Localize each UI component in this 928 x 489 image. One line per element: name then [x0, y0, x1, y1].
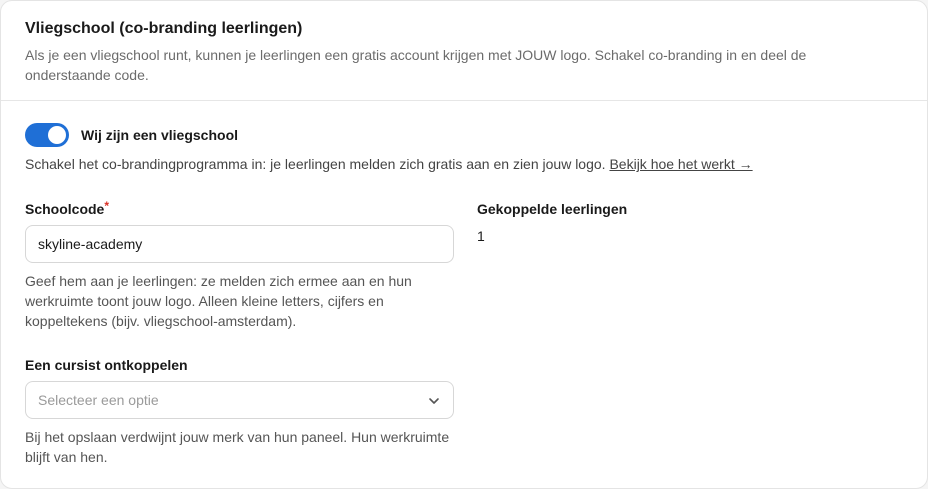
toggle-knob: [48, 126, 66, 144]
co-branding-card: Vliegschool (co-branding leerlingen) Als…: [0, 0, 928, 489]
toggle-label: Wij zijn een vliegschool: [81, 127, 239, 143]
flight-school-toggle-row[interactable]: Wij zijn een vliegschool: [25, 123, 238, 147]
school-code-label: Schoolcode*: [25, 199, 110, 218]
card-header: Vliegschool (co-branding leerlingen) Als…: [1, 1, 927, 101]
linked-students-count: 1: [477, 228, 485, 244]
school-code-input[interactable]: skyline-academy: [25, 225, 454, 263]
unlink-student-label: Een cursist ontkoppelen: [25, 357, 188, 373]
card-subtitle: Als je een vliegschool runt, kunnen je l…: [25, 47, 807, 83]
unlink-help: Bij het opslaan verdwijnt jouw merk van …: [25, 429, 450, 465]
school-code-help: Geef hem aan je leerlingen: ze melden zi…: [25, 273, 412, 329]
select-placeholder: Selecteer een optie: [38, 392, 159, 408]
chevron-down-icon: [429, 398, 439, 404]
school-code-label-text: Schoolcode: [25, 201, 105, 217]
unlink-student-select[interactable]: Selecteer een optie: [25, 381, 454, 419]
toggle-help: Schakel het co-brandingprogramma in: je …: [25, 156, 610, 172]
card-title: Vliegschool (co-branding leerlingen): [25, 20, 303, 37]
flight-school-toggle[interactable]: [25, 123, 69, 147]
linked-students-label: Gekoppelde leerlingen: [477, 201, 628, 217]
how-it-works-link[interactable]: Bekijk hoe het werkt →: [609, 156, 752, 172]
toggle-help-text: Schakel het co-brandingprogramma in: je …: [25, 154, 753, 174]
required-marker: *: [104, 199, 110, 213]
